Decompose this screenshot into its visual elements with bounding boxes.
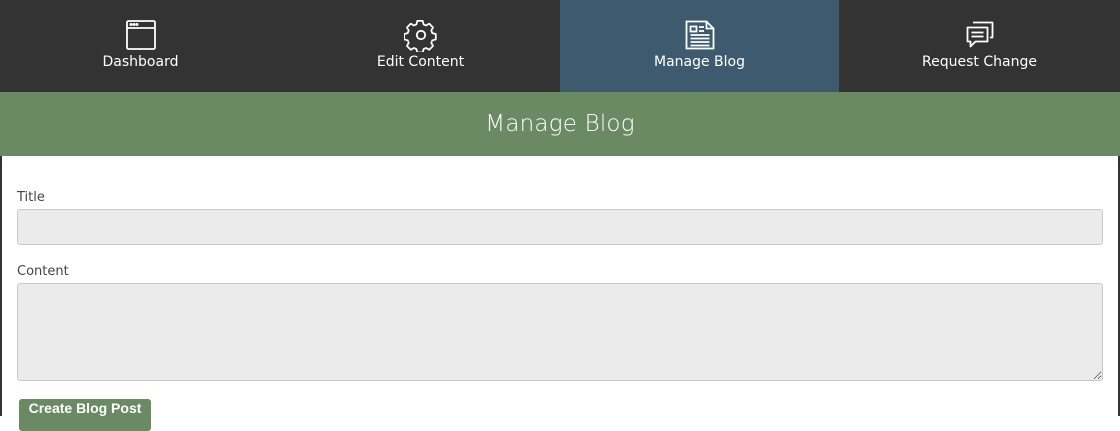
create-blog-post-button[interactable]: Create Blog Post bbox=[19, 399, 151, 431]
blog-form-panel: Title Content Create Blog Post bbox=[0, 156, 1120, 431]
nav-item-edit-content[interactable]: Edit Content bbox=[281, 0, 560, 92]
title-input[interactable] bbox=[17, 209, 1103, 245]
nav-label-dashboard: Dashboard bbox=[102, 54, 179, 70]
content-label: Content bbox=[17, 264, 69, 279]
browser-window-icon bbox=[124, 18, 158, 52]
title-label: Title bbox=[17, 190, 45, 205]
page-title: Manage Blog bbox=[485, 111, 635, 137]
nav-item-manage-blog[interactable]: Manage Blog bbox=[560, 0, 839, 92]
top-navigation: Dashboard Edit Content Manage Blog Reque… bbox=[0, 0, 1120, 92]
nav-item-request-change[interactable]: Request Change bbox=[839, 0, 1120, 92]
newspaper-icon bbox=[683, 18, 717, 52]
nav-label-edit-content: Edit Content bbox=[376, 54, 465, 70]
nav-label-manage-blog: Manage Blog bbox=[653, 54, 745, 70]
nav-label-request-change: Request Change bbox=[922, 54, 1037, 70]
chat-bubbles-icon bbox=[963, 18, 997, 52]
gear-icon bbox=[403, 18, 438, 52]
section-header: Manage Blog bbox=[0, 92, 1120, 156]
content-textarea[interactable] bbox=[17, 283, 1103, 381]
nav-item-dashboard[interactable]: Dashboard bbox=[0, 0, 281, 92]
